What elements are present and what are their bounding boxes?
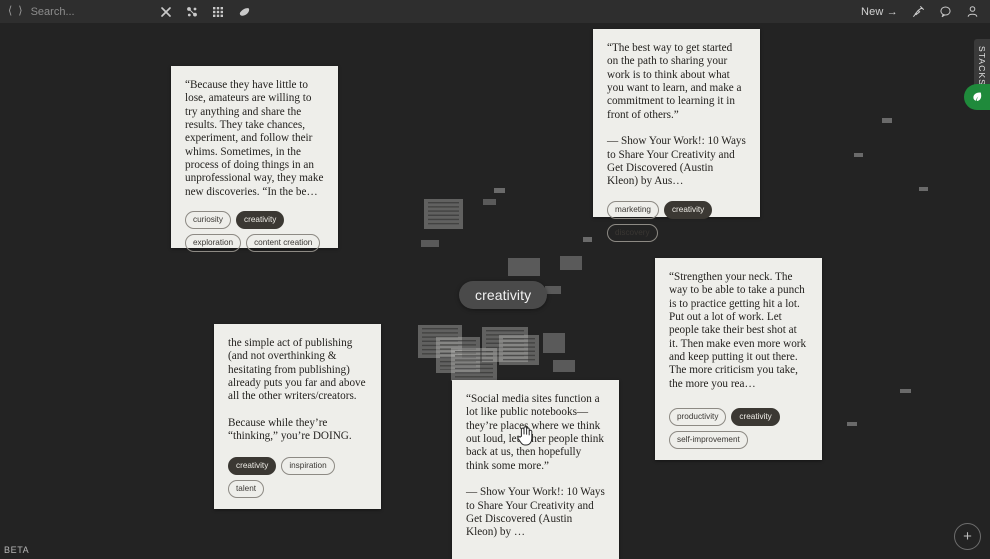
note-card-text: “Strengthen your neck. The way to be abl… [669, 271, 809, 390]
note-card-text: “Social media sites function a lot like … [466, 393, 605, 539]
tag-chip[interactable]: creativity [236, 210, 285, 230]
note-card-tag-list: curiosity creativity exploration content cr… [185, 210, 324, 253]
tag-chip[interactable]: discovery [607, 223, 658, 243]
app-root: ⟨ ⟩ Search... New → “Because they have l… [0, 0, 990, 559]
distant-card[interactable] [421, 240, 439, 247]
search-input[interactable] [30, 5, 136, 18]
distant-card[interactable] [583, 237, 592, 242]
distant-card[interactable] [494, 188, 505, 193]
tag-chip[interactable]: self-improvement [669, 430, 748, 449]
note-card[interactable]: “Because they have little to lose, amate… [171, 66, 338, 253]
ghost-card[interactable] [499, 335, 539, 365]
tag-chip[interactable]: content creation [246, 234, 321, 253]
chat-icon[interactable] [938, 5, 952, 19]
tag-chip[interactable]: marketing [607, 200, 659, 219]
note-card[interactable]: “The best way to get started on the path… [593, 29, 760, 243]
back-icon[interactable]: ⟨ [8, 6, 12, 17]
ghost-card[interactable] [424, 199, 463, 229]
beta-badge: BETA [4, 545, 30, 555]
note-card[interactable]: “Social media sites function a lot like … [452, 380, 619, 559]
close-icon[interactable] [159, 5, 173, 19]
distant-card[interactable] [854, 153, 863, 157]
ghost-card-text [428, 202, 459, 226]
tag-chip[interactable]: talent [228, 479, 265, 498]
tag-chip[interactable]: curiosity [185, 210, 232, 230]
note-card-text: the simple act of publishing (and not ov… [228, 337, 366, 443]
note-card-tag-list: productivity creativity self-improvement [669, 407, 808, 449]
distant-card[interactable] [847, 422, 857, 426]
new-button[interactable]: New → [861, 6, 898, 18]
tag-chip[interactable]: exploration [185, 234, 242, 253]
tag-chip[interactable]: creativity [663, 200, 713, 219]
tag-chip[interactable]: creativity [228, 456, 277, 475]
navigation-arrows: ⟨ ⟩ [0, 6, 31, 17]
distant-card[interactable] [900, 389, 911, 393]
tag-chip[interactable]: inspiration [281, 456, 335, 475]
add-card-button[interactable]: + [954, 523, 981, 550]
account-icon[interactable] [965, 5, 979, 19]
note-card[interactable]: the simple act of publishing (and not ov… [214, 324, 381, 509]
distant-card[interactable] [553, 360, 575, 372]
forward-icon[interactable]: ⟩ [18, 6, 22, 17]
ghost-card-text [503, 338, 535, 362]
ghost-card[interactable] [451, 348, 497, 381]
tag-chip[interactable]: productivity [669, 407, 727, 426]
distant-card[interactable] [543, 333, 565, 353]
distant-card[interactable] [560, 256, 582, 270]
pin-icon[interactable] [911, 5, 925, 19]
distant-card[interactable] [483, 199, 496, 205]
tag-chip[interactable]: creativity [731, 407, 780, 426]
top-toolbar: ⟨ ⟩ Search... New → [0, 0, 990, 23]
ghost-card-text [455, 351, 493, 378]
plus-icon: + [963, 528, 972, 545]
distant-card[interactable] [545, 286, 561, 294]
focused-tag-pill[interactable]: creativity [459, 281, 548, 309]
note-card-tag-list: creativity inspiration talent [228, 456, 367, 498]
graph-view-icon[interactable] [185, 5, 199, 19]
note-card-tag-list: marketing creativity discovery [607, 200, 746, 243]
distant-card[interactable] [919, 187, 928, 191]
leaf-icon[interactable] [964, 84, 990, 110]
distant-card[interactable] [882, 118, 892, 123]
toolbar-icon-group [159, 5, 251, 19]
toolbar-right-group: New → [861, 5, 990, 19]
note-card[interactable]: “Strengthen your neck. The way to be abl… [655, 258, 822, 460]
note-card-text: “The best way to get started on the path… [607, 42, 746, 188]
stacks-tab-label: STACKS [977, 45, 987, 86]
canvas-board[interactable]: “Because they have little to lose, amate… [0, 23, 990, 559]
tag-icon[interactable] [237, 5, 251, 19]
distant-card[interactable] [508, 258, 540, 276]
grid-view-icon[interactable] [211, 5, 225, 19]
note-card-text: “Because they have little to lose, amate… [185, 79, 327, 198]
